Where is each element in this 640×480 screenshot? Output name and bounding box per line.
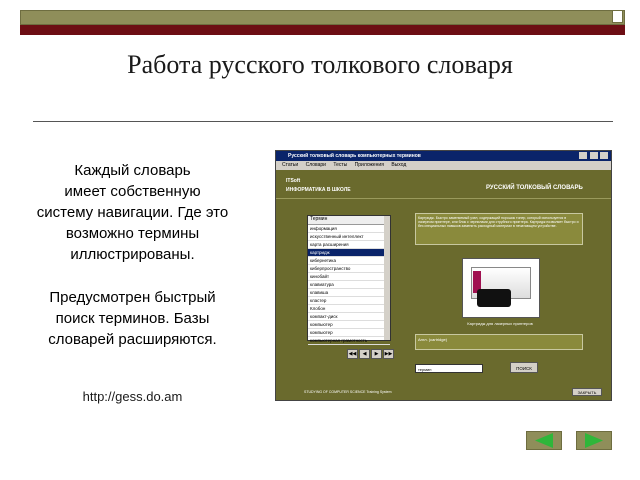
previous-slide-button[interactable] — [526, 431, 562, 450]
list-item[interactable]: информация — [308, 225, 390, 233]
next-button[interactable]: ▶ — [371, 349, 382, 359]
terms-scrollbar[interactable] — [384, 216, 390, 340]
menu-item[interactable]: Статьи — [282, 162, 298, 168]
terms-list-header: Термин — [308, 216, 390, 225]
prev-button[interactable]: ◀ — [359, 349, 370, 359]
term-illustration — [462, 258, 540, 318]
paragraph-line: Каждый словарь — [74, 162, 191, 179]
dictionary-title: РУССКИЙ ТОЛКОВЫЙ СЛОВАРЬ — [486, 185, 583, 191]
list-item[interactable]: искусственный интеллект — [308, 233, 390, 241]
title-divider — [33, 121, 613, 122]
paragraph-line: Предусмотрен быстрый — [49, 289, 216, 306]
cartridge-image — [477, 289, 511, 307]
brand-label: ITSoft — [286, 178, 301, 184]
close-icon[interactable] — [600, 152, 608, 159]
list-item[interactable]: кибернетика — [308, 257, 390, 265]
paragraph-line: возможно термины — [65, 225, 200, 242]
list-item[interactable]: картридж — [308, 249, 390, 257]
paragraph-line: систему навигации. Где это — [36, 204, 229, 221]
list-navigation: ◀◀ ◀ ▶ ▶▶ — [347, 349, 395, 359]
terms-list[interactable]: Термин информация искусственный интеллект… — [307, 215, 391, 345]
window-title: Русский толковый словарь компьютерных те… — [288, 153, 421, 159]
next-slide-button[interactable] — [576, 431, 612, 450]
footer-text: STUDYING OF COMPUTER SCIENCE Training Sy… — [304, 390, 392, 394]
menu-item[interactable]: Приложения — [355, 162, 384, 168]
menu-bar: Статьи Словари Тесты Приложения Выход — [276, 161, 611, 170]
first-button[interactable]: ◀◀ — [347, 349, 358, 359]
list-item[interactable]: компьютер — [308, 321, 390, 329]
arrow-left-icon — [535, 433, 553, 448]
close-button[interactable]: ЗАКРЫТЬ — [572, 388, 602, 396]
paragraph-search: Предусмотрен быстрый поиск терминов. Баз… — [30, 287, 235, 350]
list-item[interactable]: кластер — [308, 297, 390, 305]
paragraph-line: иллюстрированы. — [70, 246, 195, 263]
list-item[interactable]: карта расширения — [308, 241, 390, 249]
list-item[interactable]: компакт-диск — [308, 313, 390, 321]
list-item[interactable]: Клобон — [308, 305, 390, 313]
paragraph-line: поиск терминов. Базы — [55, 310, 210, 327]
list-item[interactable]: киберпространство — [308, 265, 390, 273]
term-description: Картридж. Быстро заменяемый узел, содерж… — [415, 213, 583, 245]
menu-item[interactable]: Тесты — [333, 162, 347, 168]
paragraph-line: словарей расширяются. — [48, 331, 217, 348]
last-button[interactable]: ▶▶ — [383, 349, 394, 359]
image-caption: Картридж для лазерных принтеров — [467, 321, 533, 326]
minimize-icon[interactable] — [579, 152, 588, 159]
english-term: Англ. (cartridge) — [415, 334, 583, 350]
list-item[interactable]: кинобайт — [308, 273, 390, 281]
dictionary-screenshot: Русский толковый словарь компьютерных те… — [275, 150, 612, 401]
search-button[interactable]: ПОИСК — [510, 362, 538, 373]
header-divider — [276, 198, 611, 199]
brand-subtitle: ИНФОРМАТИКА В ШКОЛЕ — [286, 187, 351, 193]
paragraph-line: имеет собственную — [64, 183, 201, 200]
list-item[interactable]: компьютер — [308, 329, 390, 337]
list-item[interactable]: компьютерная грамотность — [308, 337, 390, 345]
slide-title: Работа русского толкового словаря — [127, 50, 513, 79]
list-item[interactable]: клавиша — [308, 289, 390, 297]
search-input[interactable]: термин — [415, 364, 483, 373]
source-link[interactable]: http://gess.do.am — [40, 389, 225, 404]
maximize-icon[interactable] — [589, 152, 598, 159]
arrow-right-icon — [585, 433, 603, 448]
window-titlebar: Русский толковый словарь компьютерных те… — [276, 151, 611, 161]
menu-item[interactable]: Словари — [306, 162, 326, 168]
app-footer: STUDYING OF COMPUTER SCIENCE Training Sy… — [276, 385, 611, 400]
list-item[interactable]: клавиатура — [308, 281, 390, 289]
menu-item[interactable]: Выход — [391, 162, 406, 168]
top-decorative-bar — [20, 10, 625, 36]
paragraph-navigation: Каждый словарь имеет собственную систему… — [30, 160, 235, 265]
